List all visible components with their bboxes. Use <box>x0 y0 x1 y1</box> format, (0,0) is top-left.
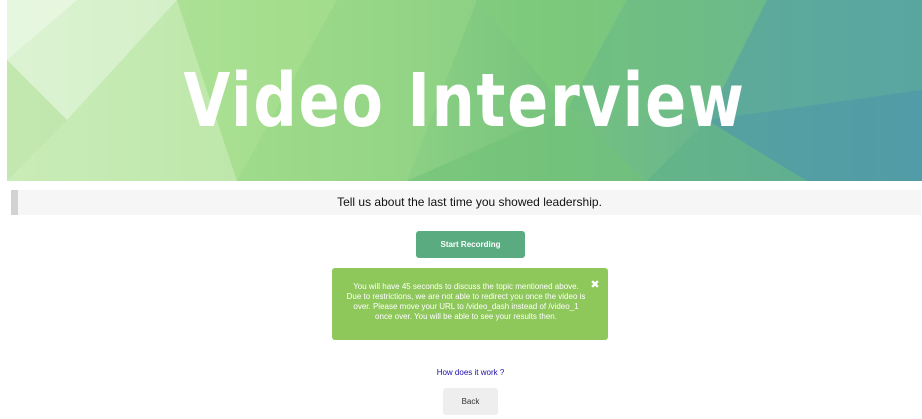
info-alert: You will have 45 seconds to discuss the … <box>332 268 608 340</box>
question-bar: Tell us about the last time you showed l… <box>11 190 921 215</box>
how-does-it-work-link[interactable]: How does it work ? <box>0 368 922 377</box>
start-recording-button[interactable]: Start Recording <box>416 231 525 258</box>
back-button[interactable]: Back <box>443 388 498 415</box>
banner-title: Video Interview <box>183 57 746 144</box>
banner: Video Interview <box>7 0 922 181</box>
close-icon[interactable]: ✖ <box>589 279 601 291</box>
page: Video Interview Tell us about the last t… <box>0 0 922 419</box>
question-text: Tell us about the last time you showed l… <box>337 195 602 209</box>
alert-message: You will have 45 seconds to discuss the … <box>346 282 586 321</box>
